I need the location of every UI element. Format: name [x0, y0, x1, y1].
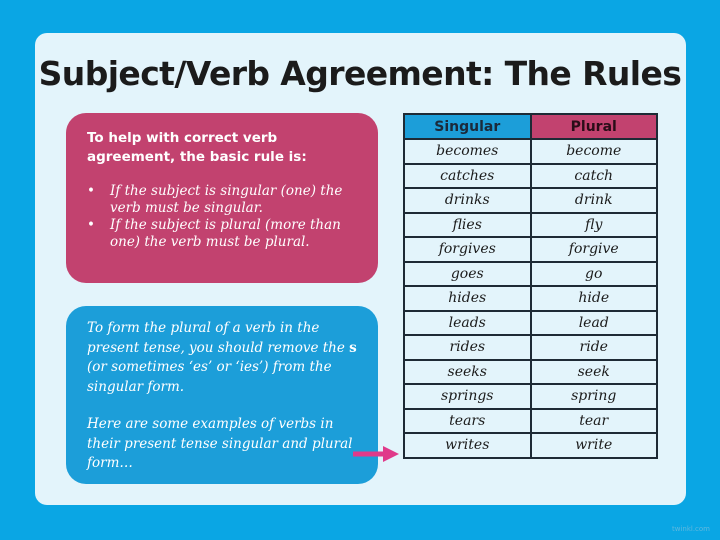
plural-cell: ride — [529, 334, 658, 361]
plural-cell: lead — [529, 309, 658, 336]
table-row: catches catch — [403, 162, 658, 189]
rule-list: • If the subject is singular (one) the v… — [87, 183, 364, 251]
plural-cell: tear — [529, 407, 658, 434]
table-row: hides hide — [403, 285, 658, 312]
examples-intro-paragraph: Here are some examples of verbs in their… — [87, 416, 353, 471]
rule-item: • If the subject is singular (one) the v… — [87, 183, 364, 217]
singular-cell: tears — [403, 407, 532, 434]
rule-text: If the subject is plural (more than one)… — [110, 217, 341, 250]
singular-cell: drinks — [403, 187, 532, 214]
plural-cell: spring — [529, 383, 658, 410]
table-row: tears tear — [403, 407, 658, 434]
bullet-icon: • — [87, 183, 95, 199]
rule-text: If the subject is singular (one) the ver… — [110, 183, 343, 216]
plural-cell: seek — [529, 358, 658, 385]
header-singular: Singular — [403, 113, 532, 140]
plural-rule-text-start: To form the plural of a verb in the pres… — [87, 320, 350, 356]
table-row: writes write — [403, 432, 658, 459]
table-row: goes go — [403, 260, 658, 287]
singular-cell: becomes — [403, 138, 532, 165]
singular-cell: writes — [403, 432, 532, 459]
plural-rule-text-end: (or sometimes ‘es’ or ‘ies’) from the si… — [87, 359, 332, 395]
table-row: leads lead — [403, 309, 658, 336]
table-row: rides ride — [403, 334, 658, 361]
singular-cell: catches — [403, 162, 532, 189]
table-row: springs spring — [403, 383, 658, 410]
plural-rule-box: To form the plural of a verb in the pres… — [66, 306, 378, 484]
plural-cell: fly — [529, 211, 658, 238]
plural-rule-bold-s: s — [349, 339, 357, 356]
bullet-icon: • — [87, 217, 95, 233]
table-row: flies fly — [403, 211, 658, 238]
header-plural: Plural — [529, 113, 658, 140]
singular-cell: seeks — [403, 358, 532, 385]
table-row: seeks seek — [403, 358, 658, 385]
rule-item: • If the subject is plural (more than on… — [87, 217, 364, 251]
singular-cell: springs — [403, 383, 532, 410]
basic-rule-intro: To help with correct verb agreement, the… — [87, 130, 307, 165]
singular-cell: leads — [403, 309, 532, 336]
plural-cell: become — [529, 138, 658, 165]
table-header-row: Singular Plural — [403, 113, 658, 140]
verb-table-body: becomes become catches catch drinks drink flie… — [403, 138, 658, 459]
arrow-right-icon — [353, 446, 399, 462]
singular-cell: flies — [403, 211, 532, 238]
plural-cell: hide — [529, 285, 658, 312]
singular-cell: forgives — [403, 236, 532, 263]
table-row: forgives forgive — [403, 236, 658, 263]
singular-cell: goes — [403, 260, 532, 287]
watermark: twinkl.com — [671, 525, 710, 533]
plural-cell: catch — [529, 162, 658, 189]
plural-cell: write — [529, 432, 658, 459]
page-title: Subject/Verb Agreement: The Rules — [38, 54, 682, 93]
table-row: drinks drink — [403, 187, 658, 214]
singular-cell: rides — [403, 334, 532, 361]
verb-table: Singular Plural becomes become catches catc… — [403, 113, 658, 459]
basic-rule-box: To help with correct verb agreement, the… — [66, 113, 378, 283]
plural-rule-paragraph: To form the plural of a verb in the pres… — [87, 319, 364, 397]
table-row: becomes become — [403, 138, 658, 165]
plural-cell: go — [529, 260, 658, 287]
plural-cell: forgive — [529, 236, 658, 263]
plural-cell: drink — [529, 187, 658, 214]
singular-cell: hides — [403, 285, 532, 312]
